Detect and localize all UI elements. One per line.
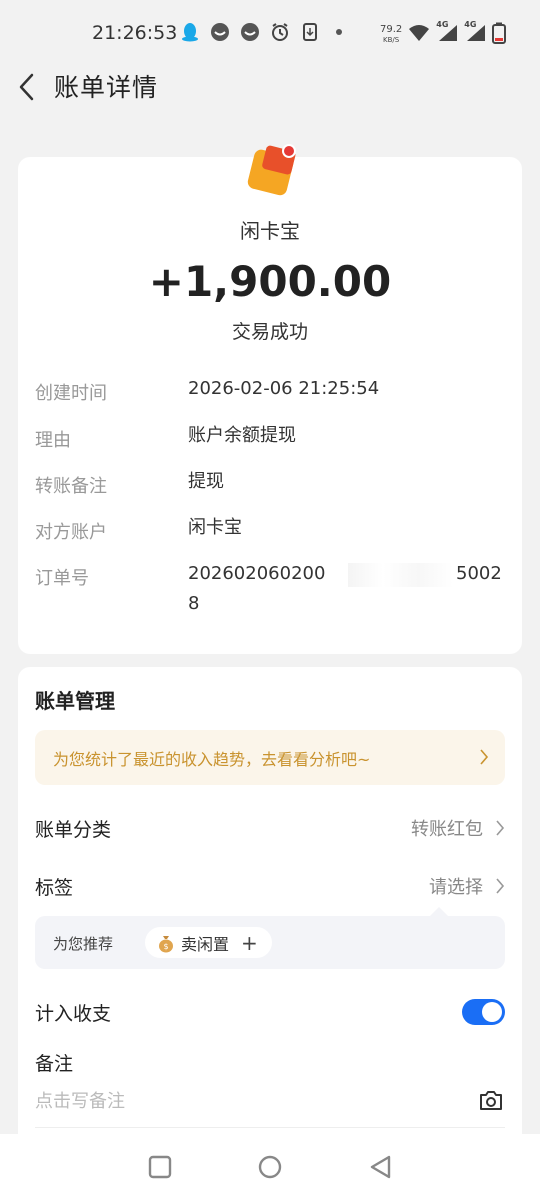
- network-type-label: 4G: [464, 20, 477, 29]
- row-label: 备注: [35, 1053, 74, 1075]
- recommend-tag-chip[interactable]: $ 卖闲置 +: [145, 927, 272, 958]
- back-nav-button[interactable]: [368, 1154, 394, 1180]
- include-in-stats-toggle[interactable]: [462, 999, 505, 1025]
- back-button[interactable]: [16, 70, 40, 104]
- qq-icon: [180, 22, 200, 42]
- bill-management-card: 账单管理 为您统计了最近的收入趋势，去看看分析吧~ 账单分类 转账红包 标签 请…: [18, 667, 522, 1147]
- detail-label: 理由: [35, 430, 71, 451]
- detail-value: 2026-02-06 21:25:54: [188, 378, 380, 399]
- svg-text:$: $: [163, 942, 168, 951]
- tag-row[interactable]: 标签 请选择: [35, 873, 505, 903]
- status-bar: 21:26:53 79.2 KB/S 4G 4G: [0, 0, 540, 68]
- system-indicators: 79.2 KB/S 4G 4G: [380, 20, 507, 48]
- app-notification-icon: [210, 22, 230, 42]
- alarm-icon: [270, 22, 290, 42]
- banner-text: 为您统计了最近的收入趋势，去看看分析吧~: [53, 750, 371, 769]
- app-notification-icon: [240, 22, 260, 42]
- bill-summary-card: 闲卡宝 +1,900.00 交易成功 创建时间 2026-02-06 21:25…: [18, 144, 522, 654]
- order-number-part: 8: [188, 593, 200, 614]
- wifi-icon: [408, 24, 430, 46]
- bill-category-row[interactable]: 账单分类 转账红包: [35, 815, 505, 845]
- detail-value: 提现: [188, 471, 224, 492]
- money-bag-icon: $: [159, 935, 173, 952]
- app-header: 账单详情: [0, 68, 540, 108]
- transaction-amount: +1,900.00: [148, 257, 392, 306]
- system-nav-bar: [0, 1134, 540, 1200]
- recommend-tag-label: 卖闲置: [181, 934, 230, 954]
- toggle-knob: [482, 1002, 502, 1022]
- bill-category-value: 转账红包: [411, 819, 483, 840]
- download-icon: [300, 22, 320, 42]
- signal-icon: 4G: [436, 20, 458, 46]
- transaction-status: 交易成功: [231, 321, 308, 343]
- page-title: 账单详情: [54, 73, 159, 102]
- row-label: 标签: [35, 877, 74, 899]
- status-time: 21:26:53: [92, 22, 178, 44]
- order-number-value[interactable]: 202602060200 5002 8: [188, 559, 508, 621]
- redaction-mask: [348, 563, 453, 587]
- row-label: 账单分类: [35, 819, 112, 841]
- detail-label: 对方账户: [35, 522, 107, 543]
- detail-value: 账户余额提现: [188, 425, 296, 446]
- detail-value: 闲卡宝: [188, 517, 242, 538]
- network-speed: 79.2 KB/S: [380, 25, 402, 45]
- chevron-right-icon: [480, 749, 489, 765]
- more-notifications-icon: [336, 29, 342, 35]
- row-label: 计入收支: [35, 1003, 112, 1025]
- merchant-name: 闲卡宝: [240, 219, 300, 243]
- back-arrow-icon: [19, 73, 34, 101]
- merchant-logo-icon: [245, 141, 301, 199]
- battery-icon: [492, 22, 507, 48]
- income-trend-banner[interactable]: 为您统计了最近的收入趋势，去看看分析吧~: [35, 730, 505, 785]
- note-input[interactable]: 点击写备注: [35, 1087, 125, 1113]
- note-row: 备注: [35, 1049, 505, 1079]
- recent-apps-button[interactable]: [147, 1154, 173, 1180]
- signal-icon: 4G: [464, 20, 486, 46]
- chevron-right-icon: [496, 878, 505, 894]
- detail-label: 订单号: [35, 568, 89, 589]
- order-number-part: 202602060200: [188, 563, 326, 584]
- section-title: 账单管理: [35, 689, 115, 713]
- tag-value: 请选择: [429, 877, 483, 898]
- network-speed-value: 79.2: [380, 24, 403, 35]
- home-button[interactable]: [257, 1154, 283, 1180]
- camera-icon[interactable]: [478, 1088, 504, 1112]
- add-icon: +: [241, 930, 258, 955]
- order-number-part: 5002: [456, 563, 502, 584]
- recommend-tags-box: 为您推荐 $ 卖闲置 +: [35, 916, 505, 969]
- network-type-label: 4G: [436, 20, 449, 29]
- detail-label: 转账备注: [35, 476, 107, 497]
- include-in-stats-row: 计入收支: [35, 999, 505, 1029]
- network-speed-unit: KB/S: [383, 36, 400, 44]
- detail-label: 创建时间: [35, 383, 107, 404]
- recommend-label: 为您推荐: [53, 935, 114, 953]
- chevron-right-icon: [496, 820, 505, 836]
- notification-icons: [180, 22, 342, 42]
- divider: [35, 1127, 505, 1128]
